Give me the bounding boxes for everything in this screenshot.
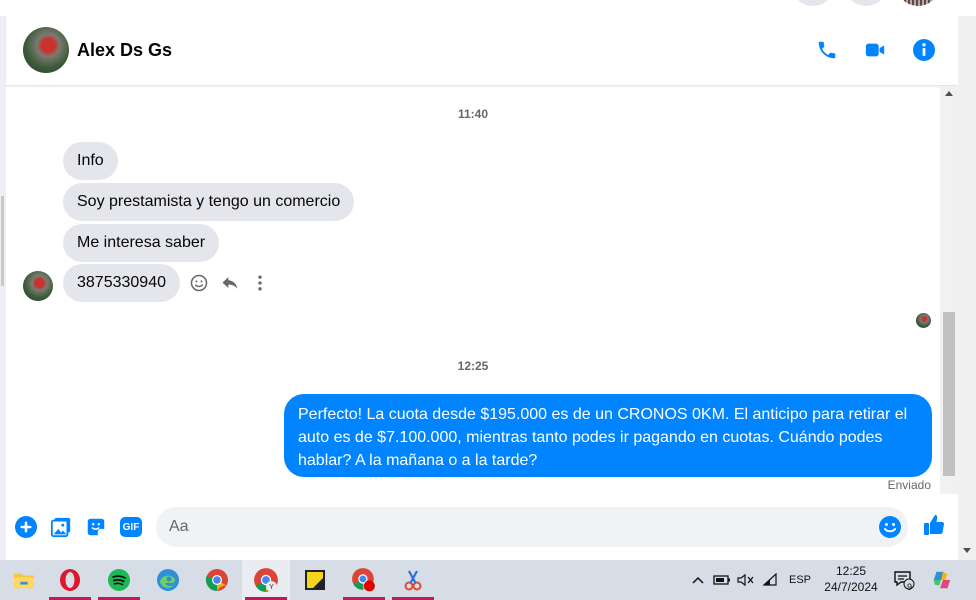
top-strip: [0, 0, 976, 16]
volume-muted-icon[interactable]: [735, 560, 757, 600]
outgoing-message[interactable]: Perfecto! La cuota desde $195.000 es de …: [284, 394, 932, 477]
message-timestamp: 11:40: [457, 107, 489, 121]
like-icon[interactable]: [922, 513, 946, 537]
gif-icon[interactable]: GIF: [119, 515, 143, 539]
gallery-icon[interactable]: [49, 515, 73, 539]
message-timestamp: 12:25: [457, 359, 489, 373]
spotify-icon[interactable]: [95, 560, 143, 600]
page-scrollbar[interactable]: [958, 16, 976, 560]
scroll-up-arrow-icon[interactable]: [945, 91, 953, 96]
incoming-message[interactable]: Soy prestamista y tengo un comercio: [63, 183, 355, 221]
notification-count: 9: [907, 582, 913, 592]
incoming-message[interactable]: Info: [63, 142, 118, 180]
sender-avatar[interactable]: [23, 271, 53, 301]
contact-avatar[interactable]: [23, 27, 69, 73]
more-options-icon[interactable]: [248, 271, 272, 295]
chat-head[interactable]: [900, 0, 936, 6]
message-scrollbar[interactable]: [940, 86, 958, 494]
chat-head[interactable]: [848, 0, 884, 6]
info-icon[interactable]: [911, 37, 937, 63]
message-input[interactable]: [156, 507, 856, 547]
chat-header: Alex Ds Gs: [6, 16, 958, 86]
message-list: 11:40 Info Soy prestamista y tengo un co…: [6, 86, 940, 494]
chat-head[interactable]: [795, 0, 831, 6]
notification-center-icon[interactable]: 9: [892, 560, 916, 600]
chat-window: Alex Ds Gs 11:40 Info Soy prestamista y …: [6, 16, 958, 560]
sticky-notes-icon[interactable]: [291, 560, 339, 600]
clock-time: 12:25: [835, 564, 867, 578]
chrome-recording-icon[interactable]: [340, 560, 388, 600]
gif-label: GIF: [120, 517, 142, 537]
seen-indicator-avatar: [916, 313, 931, 328]
message-status: Enviado: [887, 478, 931, 492]
opera-icon[interactable]: [46, 560, 94, 600]
wifi-icon[interactable]: [760, 560, 782, 600]
message-input-wrapper: [156, 507, 908, 547]
chrome-profile-icon[interactable]: Y: [242, 560, 290, 600]
incoming-message[interactable]: 3875330940: [63, 264, 180, 302]
edge-icon[interactable]: [144, 560, 192, 600]
copilot-icon[interactable]: [928, 560, 956, 600]
snipping-tool-icon[interactable]: [389, 560, 437, 600]
react-icon[interactable]: [187, 271, 211, 295]
scrollbar-thumb[interactable]: [943, 312, 955, 476]
contact-name[interactable]: Alex Ds Gs: [77, 40, 172, 61]
reply-icon[interactable]: [218, 271, 242, 295]
system-clock[interactable]: 12:25 24/7/2024: [818, 563, 884, 595]
taskbar: Y ESP 12:25 24/7/2024 9: [0, 560, 976, 600]
video-camera-icon[interactable]: [862, 37, 888, 63]
incoming-message[interactable]: Me interesa saber: [63, 224, 220, 262]
composer: GIF: [6, 494, 958, 560]
phone-icon[interactable]: [814, 37, 840, 63]
file-explorer-icon[interactable]: [0, 560, 48, 600]
battery-icon[interactable]: [711, 560, 733, 600]
svg-text:Y: Y: [269, 584, 274, 591]
emoji-icon[interactable]: [878, 515, 902, 539]
show-hidden-icons-chevron-icon[interactable]: [688, 560, 708, 600]
input-language[interactable]: ESP: [786, 560, 814, 600]
sticker-icon[interactable]: [84, 515, 108, 539]
left-edge-mark: [1, 196, 4, 286]
scroll-down-arrow-icon[interactable]: [963, 548, 971, 553]
clock-date: 24/7/2024: [824, 580, 878, 594]
add-icon[interactable]: [14, 515, 38, 539]
chrome-icon[interactable]: [193, 560, 241, 600]
